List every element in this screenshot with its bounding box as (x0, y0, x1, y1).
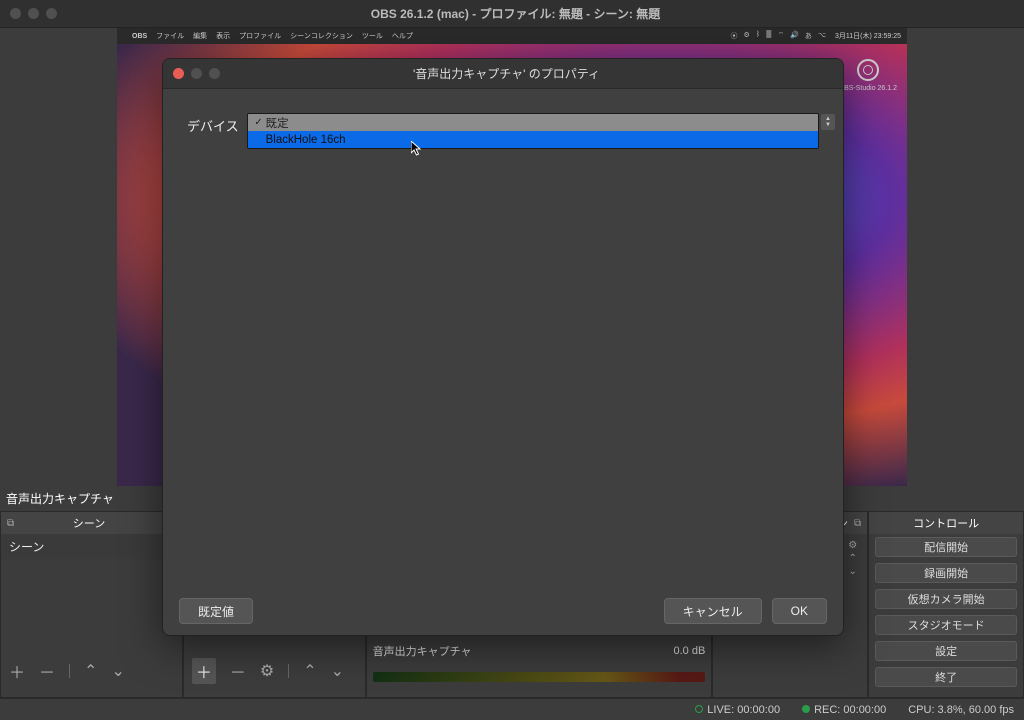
check-icon: ✓ (252, 117, 266, 128)
menubar-clock: 3月11日(木) 23:59:25 (835, 31, 901, 41)
audio-meter-2 (373, 672, 706, 682)
dropdown-stepper-icon[interactable]: ▲▼ (821, 114, 835, 130)
scene-add-icon[interactable]: ＋ (9, 659, 25, 683)
device-label: デバイス (187, 113, 239, 135)
source-remove-icon[interactable]: － (230, 659, 246, 683)
scene-item[interactable]: シーン (1, 534, 182, 559)
scene-up-icon[interactable]: ⌃ (84, 661, 97, 681)
device-option-default[interactable]: ✓ 既定 (248, 114, 818, 131)
mixer-label-2: 音声出力キャプチャ (373, 643, 472, 659)
dialog-close-dot[interactable] (173, 68, 184, 79)
dialog-zoom-dot[interactable] (209, 68, 220, 79)
start-record-button[interactable]: 録画開始 (875, 563, 1017, 583)
rec-status: REC: 00:00:00 (802, 704, 886, 716)
controls-panel: コントロール 配信開始 録画開始 仮想カメラ開始 スタジオモード 設定 終了 (868, 511, 1024, 698)
chevron-up-icon[interactable]: ⌃ (848, 553, 856, 564)
main-window-title: OBS 26.1.2 (mac) - プロファイル: 無題 - シーン: 無題 (57, 5, 974, 22)
menu-tools[interactable]: ツール (362, 31, 383, 41)
record-indicator-icon: ⦿ (731, 31, 738, 41)
menu-profile[interactable]: プロファイル (239, 31, 281, 41)
menu-file[interactable]: ファイル (156, 31, 184, 41)
chevron-down-icon[interactable]: ⌄ (848, 566, 856, 577)
battery-icon: 🀫 (766, 31, 772, 41)
dock-undock-icon[interactable]: ⧉ (7, 518, 14, 529)
control-center-icon: ⌥ (818, 31, 826, 41)
input-icon: あ (805, 31, 812, 41)
obs-logo-icon (857, 59, 879, 81)
gear-icon: ⚙ (744, 31, 750, 41)
zoom-dot[interactable] (46, 8, 57, 19)
dialog-titlebar: '音声出力キャプチャ' のプロパティ (163, 59, 843, 89)
scenes-panel: ⧉ シーン シーン ＋ － ⌃ ⌄ (0, 511, 183, 698)
start-stream-button[interactable]: 配信開始 (875, 537, 1017, 557)
properties-dialog: '音声出力キャプチャ' のプロパティ デバイス ✓ 既定 BlackHole 1… (162, 58, 844, 636)
settings-button[interactable]: 設定 (875, 641, 1017, 661)
obs-desktop-label: OBS-Studio 26.1.2 (839, 85, 897, 92)
exit-button[interactable]: 終了 (875, 667, 1017, 687)
transition-gear-icon[interactable]: ⚙ (848, 540, 857, 551)
wifi-icon: ⌔ (778, 31, 785, 41)
dock-undock-icon[interactable]: ⧉ (854, 518, 861, 529)
source-up-icon[interactable]: ⌃ (303, 661, 316, 681)
source-down-icon[interactable]: ⌄ (331, 661, 344, 681)
cancel-button[interactable]: キャンセル (664, 598, 762, 624)
live-status: LIVE: 00:00:00 (695, 704, 780, 716)
device-dropdown[interactable]: ✓ 既定 BlackHole 16ch (247, 113, 819, 149)
scene-down-icon[interactable]: ⌄ (111, 661, 124, 681)
controls-header: コントロール (875, 515, 1017, 531)
volume-icon: 🔊 (790, 31, 799, 41)
sources-toolbar: ＋ － ⚙ ⌃ ⌄ (184, 657, 365, 685)
dialog-title: '音声出力キャプチャ' のプロパティ (220, 65, 793, 82)
dialog-min-dot[interactable] (191, 68, 202, 79)
menu-view[interactable]: 表示 (216, 31, 230, 41)
rec-indicator-icon (802, 705, 810, 713)
close-dot[interactable] (10, 8, 21, 19)
main-traffic-lights (10, 8, 57, 19)
mixer-db-2: 0.0 dB (674, 645, 706, 657)
defaults-button[interactable]: 既定値 (179, 598, 253, 624)
main-window-titlebar: OBS 26.1.2 (mac) - プロファイル: 無題 - シーン: 無題 (0, 0, 1024, 28)
mac-menubar: OBS ファイル 編集 表示 プロファイル シーンコレクション ツール ヘルプ … (117, 28, 907, 44)
scene-remove-icon[interactable]: － (39, 659, 55, 683)
source-add-icon[interactable]: ＋ (192, 658, 216, 684)
menu-obs[interactable]: OBS (132, 33, 147, 40)
studio-mode-button[interactable]: スタジオモード (875, 615, 1017, 635)
menu-edit[interactable]: 編集 (193, 31, 207, 41)
menu-scenecollection[interactable]: シーンコレクション (290, 31, 353, 41)
menubar-status-icons: ⦿ ⚙ ᛒ 🀫 ⌔ 🔊 あ ⌥ (731, 31, 826, 41)
scenes-header: シーン (20, 515, 158, 531)
scenes-toolbar: ＋ － ⌃ ⌄ (1, 657, 182, 685)
obs-desktop-icon: OBS-Studio 26.1.2 (839, 59, 897, 92)
bluetooth-icon: ᛒ (756, 31, 760, 41)
status-bar: LIVE: 00:00:00 REC: 00:00:00 CPU: 3.8%, … (0, 698, 1024, 720)
menu-help[interactable]: ヘルプ (392, 31, 413, 41)
device-option-blackhole[interactable]: BlackHole 16ch (248, 131, 818, 148)
cpu-status: CPU: 3.8%, 60.00 fps (908, 704, 1014, 716)
virtual-camera-button[interactable]: 仮想カメラ開始 (875, 589, 1017, 609)
minimize-dot[interactable] (28, 8, 39, 19)
live-indicator-icon (695, 705, 703, 713)
source-settings-icon[interactable]: ⚙ (260, 661, 274, 681)
ok-button[interactable]: OK (772, 598, 827, 624)
